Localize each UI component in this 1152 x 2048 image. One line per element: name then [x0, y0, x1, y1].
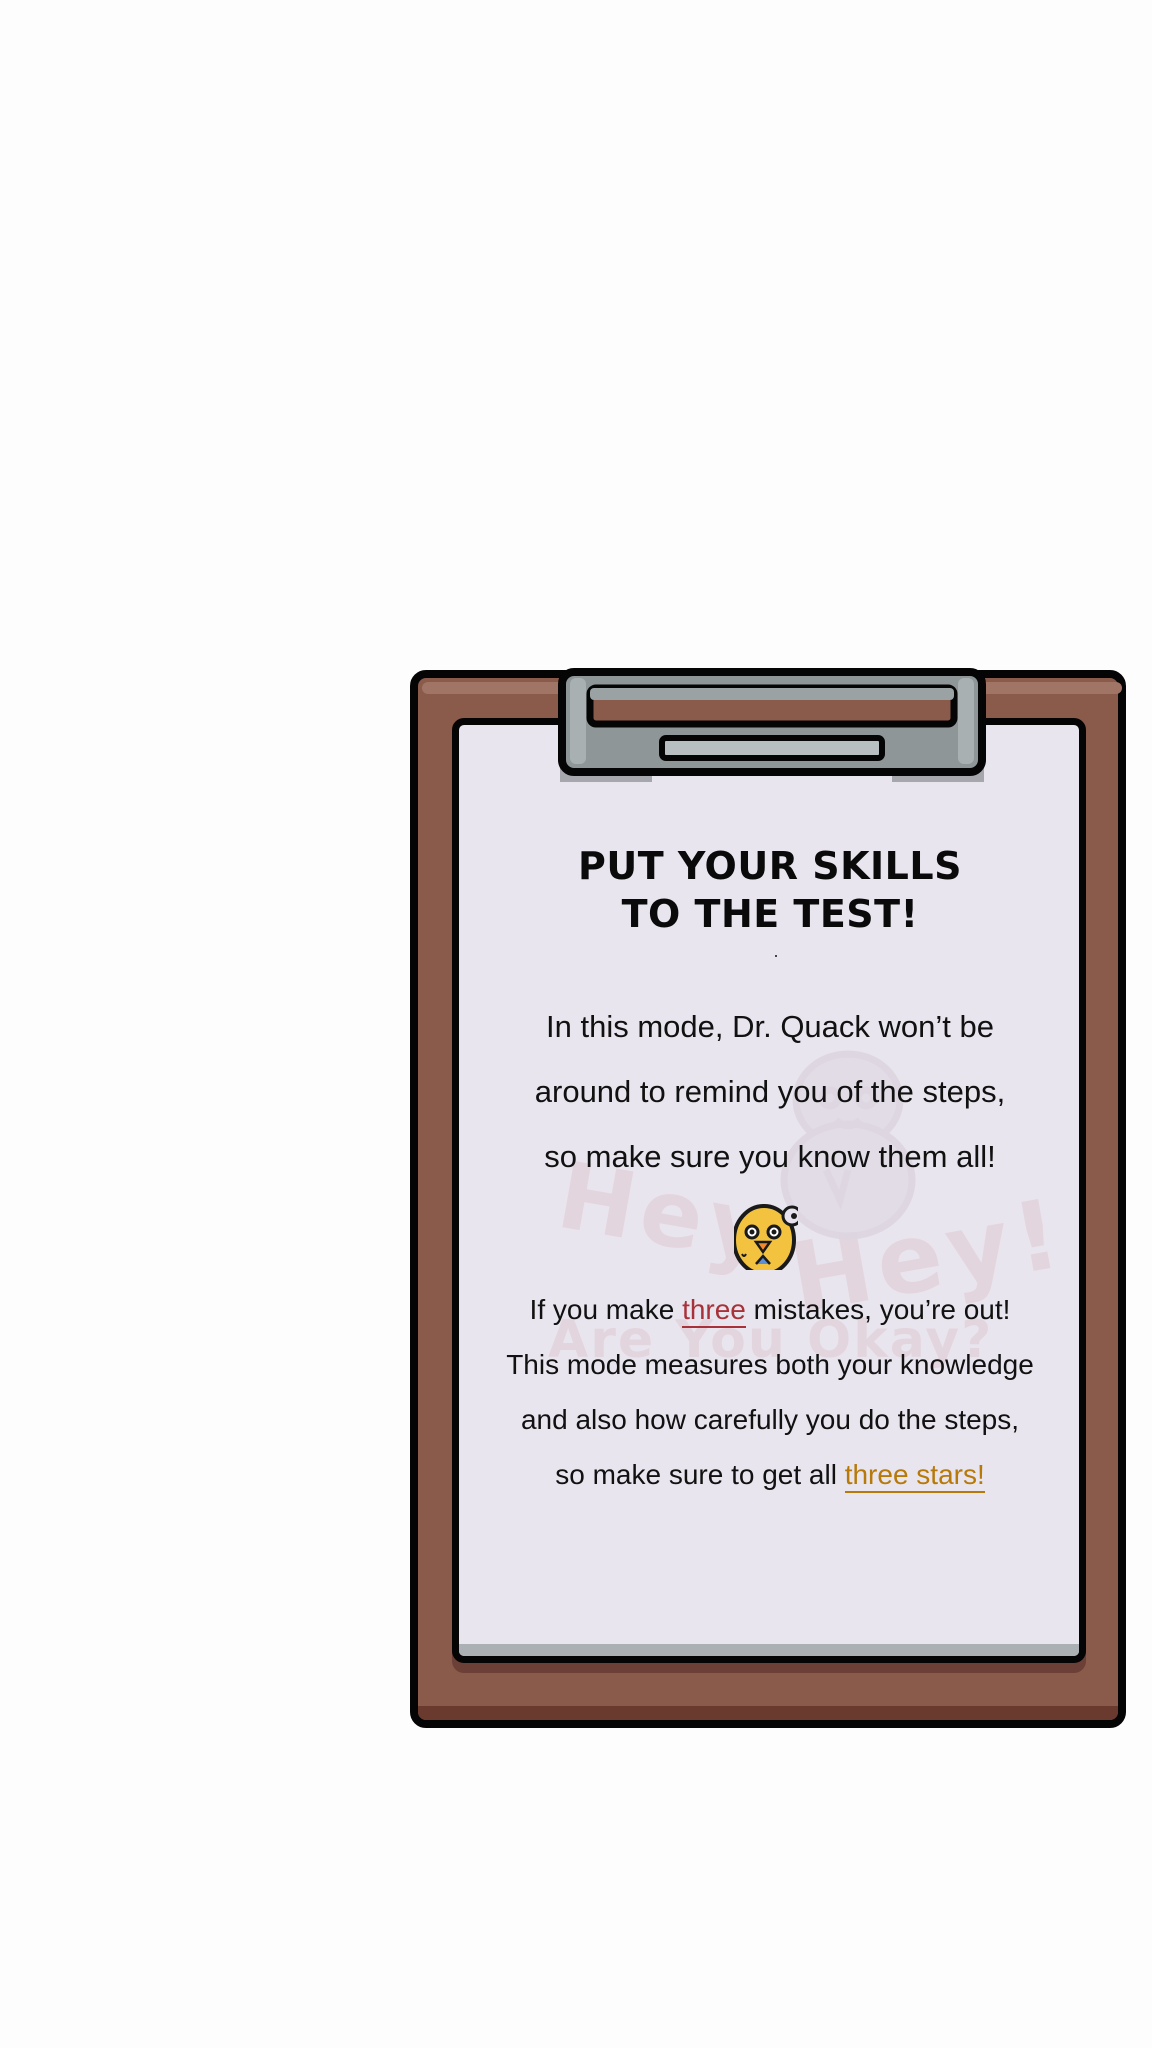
rules-line-1-after: mistakes, you’re out! [745, 1294, 1011, 1325]
title-line-2: TO THE TEST! [621, 892, 919, 936]
clipboard-clip-icon [558, 668, 986, 782]
board-bottom-edge [418, 1706, 1118, 1720]
rules-line-2: This mode measures both your knowledge [506, 1349, 1034, 1380]
title-line-1: PUT YOUR SKILLS [578, 844, 962, 888]
page-title: PUT YOUR SKILLS TO THE TEST! [470, 842, 1070, 938]
rules-paragraph: If you make three mistakes, you’re out! … [470, 1282, 1070, 1502]
rules-line-4-before: so make sure to get all [555, 1459, 845, 1490]
duck-mascot-icon [734, 1204, 798, 1270]
intro-paragraph: In this mode, Dr. Quack won’t be around … [470, 994, 1070, 1189]
three-stars-highlight: three stars! [844, 1459, 985, 1493]
rules-line-1: If you make three mistakes, you’re out! [470, 1282, 1070, 1337]
rules-line-1-before: If you make [529, 1294, 683, 1325]
decorative-dot [775, 955, 777, 957]
intro-line-3: so make sure you know them all! [544, 1139, 996, 1174]
intro-line-1: In this mode, Dr. Quack won’t be [546, 1009, 994, 1044]
intro-line-2: around to remind you of the steps, [534, 1074, 1006, 1109]
paper-bottom-edge [459, 1644, 1079, 1656]
rules-line-4: so make sure to get all three stars! [470, 1447, 1070, 1502]
three-mistakes-highlight: three [682, 1294, 746, 1328]
rules-line-3: and also how carefully you do the steps, [520, 1404, 1020, 1435]
